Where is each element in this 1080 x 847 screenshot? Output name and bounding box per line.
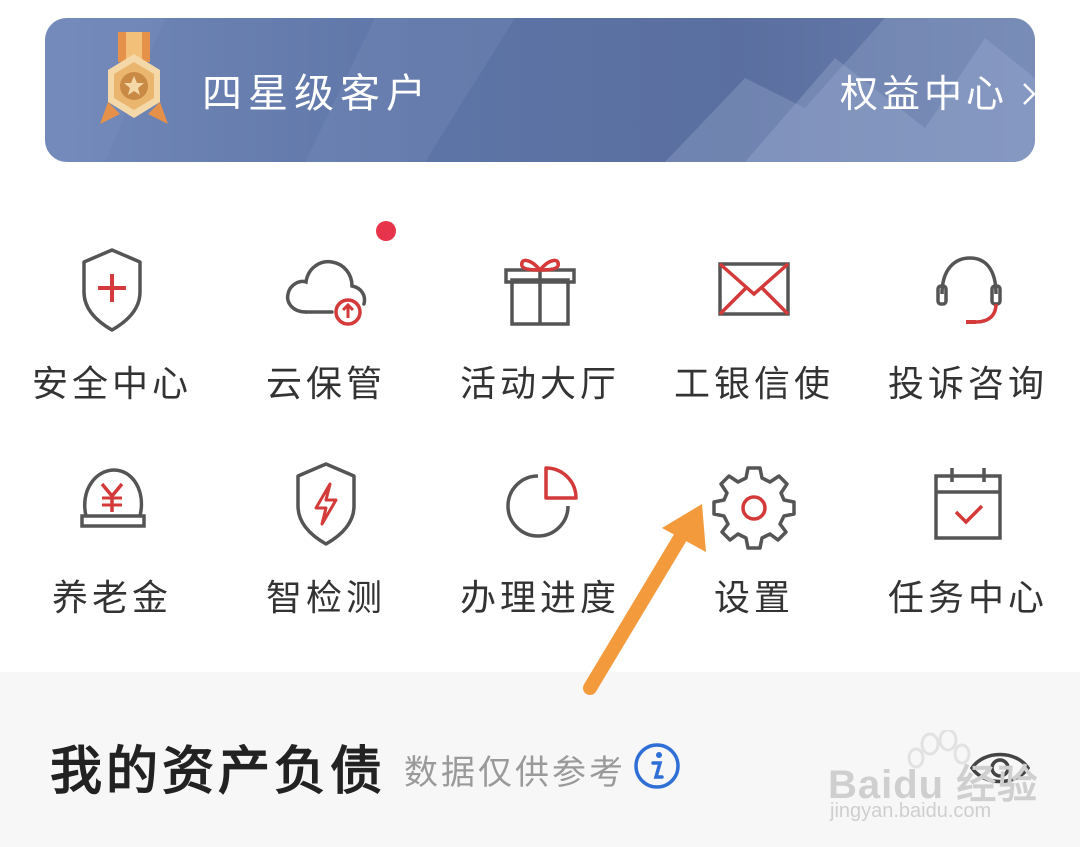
envelope-icon	[718, 262, 790, 316]
grid-item-pension[interactable]: 养老金	[4, 454, 220, 654]
cloud-upload-icon	[285, 259, 367, 326]
grid-item-label: 活动大厅	[459, 364, 620, 405]
grid-item-activity-hall[interactable]: 活动大厅	[432, 240, 648, 440]
medal-star-icon	[100, 32, 168, 124]
calendar-check-icon	[934, 468, 1002, 540]
grid-item-label: 智检测	[265, 578, 386, 619]
shield-plus-icon	[82, 248, 142, 332]
grid-item-cloud-storage[interactable]: 云保管	[218, 240, 434, 440]
yuan-coin-icon	[80, 468, 146, 528]
assets-note: 数据仅供参考	[404, 753, 626, 793]
gift-icon	[504, 258, 576, 326]
grid-item-task-center[interactable]: 任务中心	[860, 454, 1076, 654]
grid-item-security-center[interactable]: 安全中心	[4, 240, 220, 440]
benefits-center-link[interactable]: 权益中心	[840, 64, 1040, 124]
notification-dot	[376, 221, 396, 241]
shield-bolt-icon	[296, 462, 356, 546]
chevron-right-icon	[1023, 83, 1036, 105]
benefits-center-label: 权益中心	[839, 72, 1008, 116]
grid-item-label: 投诉咨询	[887, 364, 1048, 405]
grid-item-label: 工银信使	[673, 364, 834, 405]
customer-level-title: 四星级客户	[202, 71, 432, 117]
grid-item-label: 安全中心	[31, 364, 192, 405]
grid-item-label: 云保管	[265, 364, 386, 405]
grid-item-smart-detect[interactable]: 智检测	[218, 454, 434, 654]
grid-item-icbc-messenger[interactable]: 工银信使	[646, 240, 862, 440]
watermark-url: jingyan.baidu.com	[830, 800, 992, 822]
assets-title: 我的资产负债	[50, 741, 387, 802]
grid-item-label: 养老金	[51, 578, 172, 619]
grid-item-label: 任务中心	[887, 578, 1048, 619]
grid-item-complaint-consult[interactable]: 投诉咨询	[860, 240, 1076, 440]
info-icon[interactable]	[632, 741, 682, 791]
annotation-arrow	[583, 504, 706, 695]
headset-icon	[936, 256, 1002, 324]
